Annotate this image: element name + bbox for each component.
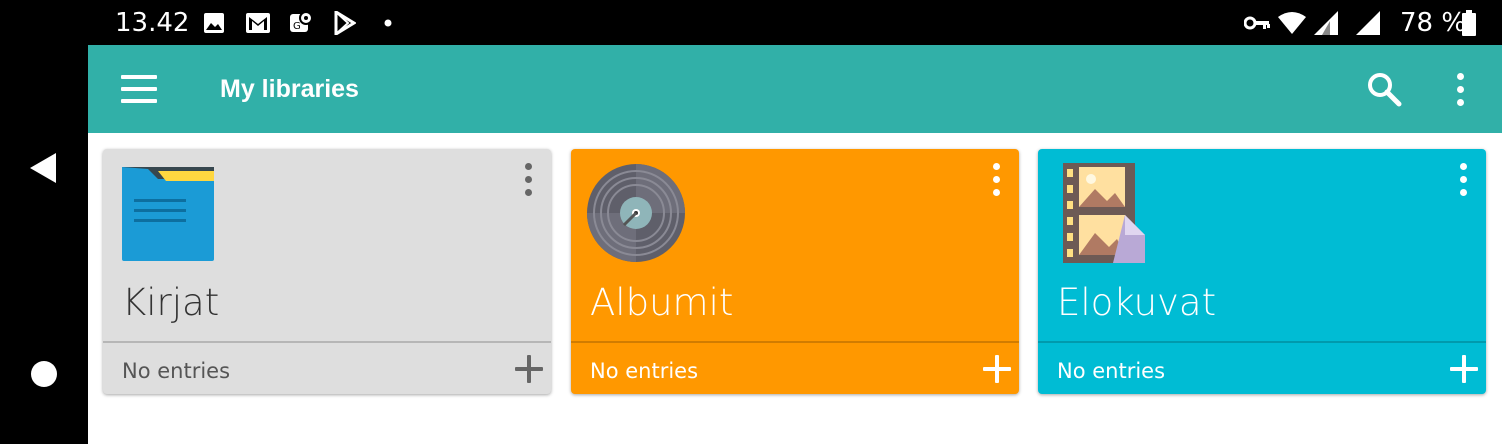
library-status: No entries bbox=[122, 359, 231, 383]
system-nav-bar bbox=[0, 45, 88, 444]
signal-icon bbox=[1356, 10, 1380, 36]
vpn-key-icon bbox=[1244, 10, 1270, 36]
wifi-icon bbox=[1278, 10, 1306, 36]
battery-percent: 78 % bbox=[1400, 8, 1467, 38]
page-title: My libraries bbox=[220, 75, 359, 103]
card-divider bbox=[103, 341, 551, 343]
svg-text:G: G bbox=[293, 21, 301, 32]
card-divider bbox=[571, 341, 1019, 343]
library-name: Elokuvat bbox=[1057, 281, 1217, 324]
home-icon[interactable] bbox=[31, 361, 57, 387]
more-vert-icon[interactable] bbox=[1455, 73, 1467, 107]
library-name: Albumit bbox=[590, 281, 734, 324]
signal-icon bbox=[1314, 10, 1338, 36]
card-divider bbox=[1038, 341, 1486, 343]
status-bar: 13.42 G 78 % bbox=[0, 0, 1502, 45]
library-card[interactable]: Albumit No entries bbox=[571, 149, 1019, 394]
app-window: My libraries Kirjat No entries Albumit N… bbox=[88, 45, 1502, 444]
card-more-icon[interactable] bbox=[523, 163, 535, 197]
status-time: 13.42 bbox=[115, 8, 190, 38]
add-entry-button[interactable] bbox=[983, 355, 1011, 383]
maps-icon: G bbox=[290, 10, 314, 36]
play-store-icon bbox=[334, 10, 356, 36]
dot-icon bbox=[384, 10, 392, 36]
card-more-icon[interactable] bbox=[991, 163, 1003, 197]
menu-icon[interactable] bbox=[121, 75, 157, 103]
image-icon bbox=[203, 10, 225, 36]
search-icon[interactable] bbox=[1366, 71, 1402, 112]
card-more-icon[interactable] bbox=[1458, 163, 1470, 197]
library-card[interactable]: Elokuvat No entries bbox=[1038, 149, 1486, 394]
add-entry-button[interactable] bbox=[1450, 355, 1478, 383]
vinyl-record-icon bbox=[586, 163, 686, 263]
library-status: No entries bbox=[590, 359, 699, 383]
library-name: Kirjat bbox=[122, 281, 220, 324]
battery-icon bbox=[1462, 10, 1476, 36]
back-icon[interactable] bbox=[30, 153, 56, 188]
gmail-icon bbox=[246, 10, 270, 36]
add-entry-button[interactable] bbox=[515, 355, 543, 383]
toolbar: My libraries bbox=[88, 45, 1502, 133]
library-status: No entries bbox=[1057, 359, 1166, 383]
folder-icon bbox=[118, 163, 218, 263]
film-strip-icon bbox=[1053, 163, 1153, 263]
library-card[interactable]: Kirjat No entries bbox=[103, 149, 551, 394]
